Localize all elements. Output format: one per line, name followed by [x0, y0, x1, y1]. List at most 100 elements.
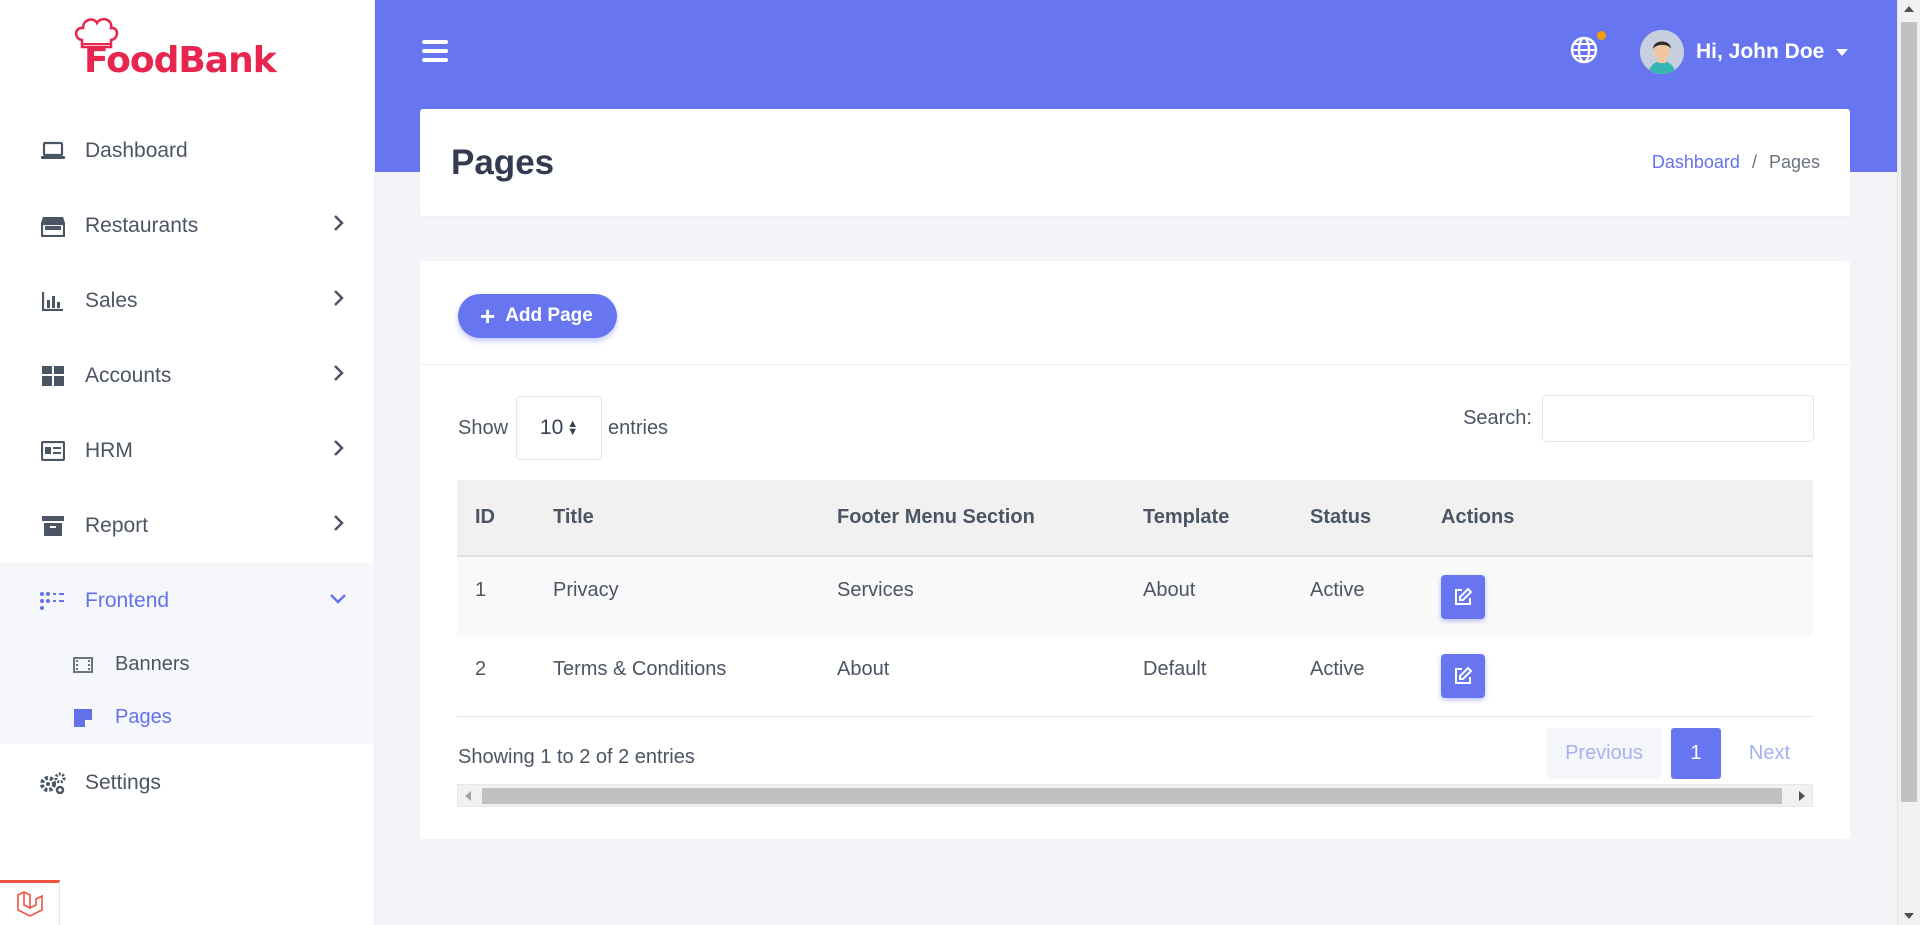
cell-id: 2	[457, 636, 535, 717]
logo-text: FoodBank	[84, 40, 277, 81]
table-row: 2 Terms & Conditions About Default Activ…	[457, 636, 1813, 717]
cell-actions	[1423, 636, 1813, 717]
page-length-value: 10	[539, 416, 564, 439]
sidebar-item-dashboard[interactable]: Dashboard	[0, 113, 374, 188]
user-menu[interactable]: Hi, John Doe	[1640, 29, 1849, 75]
sidebar-item-report[interactable]: Report	[0, 488, 374, 563]
menu-toggle-icon[interactable]	[422, 40, 448, 64]
sort-updown-icon: ▲ ▼	[567, 418, 579, 438]
sidebar-item-sales[interactable]: Sales	[0, 263, 374, 338]
frontend-group: Frontend Banners Pages	[0, 563, 374, 744]
sidebar-item-label: Accounts	[85, 363, 172, 387]
scroll-right-icon[interactable]	[1799, 791, 1805, 801]
add-page-label: Add Page	[505, 305, 593, 326]
vertical-scrollbar[interactable]	[1897, 0, 1920, 925]
avatar	[1640, 30, 1684, 74]
chevron-right-icon	[332, 214, 344, 237]
notification-dot	[1597, 31, 1606, 40]
horizontal-scrollbar[interactable]	[457, 784, 1813, 807]
edit-button[interactable]	[1441, 654, 1485, 698]
scroll-down-icon[interactable]	[1904, 913, 1914, 919]
page-title: Pages	[451, 143, 555, 182]
scrollbar-thumb[interactable]	[1901, 22, 1917, 802]
film-icon	[72, 654, 94, 676]
sidebar-item-label: Settings	[85, 771, 161, 794]
sidebar-subitem-label: Banners	[115, 653, 190, 675]
cell-template: Default	[1125, 636, 1292, 717]
column-header-id[interactable]: ID	[457, 480, 535, 557]
edit-icon	[1455, 587, 1473, 605]
table-row: 1 Privacy Services About Active	[457, 556, 1813, 636]
sidebar-subitem-pages[interactable]: Pages	[0, 691, 374, 744]
chevron-right-icon	[332, 364, 344, 387]
sidebar-item-frontend[interactable]: Frontend	[0, 563, 374, 638]
sidebar-item-label: Frontend	[85, 588, 170, 612]
column-header-title[interactable]: Title	[535, 480, 819, 557]
page-length-select[interactable]: 10 ▲ ▼	[516, 396, 603, 460]
plus-icon: +	[480, 301, 496, 331]
chevron-down-icon	[329, 591, 347, 609]
chevron-right-icon	[332, 289, 344, 312]
scroll-left-icon[interactable]	[465, 791, 471, 801]
table-info: Showing 1 to 2 of 2 entries	[458, 746, 695, 768]
column-header-footer-menu-section[interactable]: Footer Menu Section	[819, 480, 1125, 557]
page-1-button[interactable]: 1	[1670, 728, 1721, 779]
bar-chart-icon	[40, 288, 66, 314]
show-label: Show	[458, 416, 509, 439]
caret-down-icon	[1836, 48, 1849, 56]
sidebar-item-hrm[interactable]: HRM	[0, 413, 374, 488]
cell-status: Active	[1292, 636, 1423, 717]
breadcrumb-dashboard-link[interactable]: Dashboard	[1652, 152, 1740, 173]
sidebar-item-restaurants[interactable]: Restaurants	[0, 188, 374, 263]
cell-footer-menu-section: About	[819, 636, 1125, 717]
breadcrumb: Dashboard / Pages	[1652, 152, 1820, 173]
edit-icon	[1455, 666, 1473, 684]
user-greeting: Hi, John Doe	[1696, 40, 1825, 63]
sidebar-item-settings[interactable]: Settings	[0, 744, 374, 822]
entries-label: entries	[608, 416, 669, 439]
sidebar-item-label: Dashboard	[85, 138, 188, 162]
sidebar-item-label: HRM	[85, 438, 133, 462]
scroll-up-icon[interactable]	[1904, 6, 1914, 12]
edit-button[interactable]	[1441, 575, 1485, 619]
gears-icon	[40, 770, 66, 796]
sidebar-nav: Dashboard Restaurants Sales Accounts HRM…	[0, 113, 374, 822]
sidebar-subitem-banners[interactable]: Banners	[0, 638, 374, 691]
previous-page-button[interactable]: Previous	[1547, 728, 1661, 779]
id-card-icon	[40, 438, 66, 464]
store-icon	[40, 213, 66, 239]
laravel-debugbar-icon[interactable]	[0, 880, 60, 925]
column-header-template[interactable]: Template	[1125, 480, 1292, 557]
cell-status: Active	[1292, 556, 1423, 636]
sidebar: FoodBank Dashboard Restaurants Sales Acc…	[0, 0, 375, 925]
chevron-right-icon	[332, 439, 344, 462]
column-header-status[interactable]: Status	[1292, 480, 1423, 557]
next-page-button[interactable]: Next	[1730, 728, 1808, 779]
sticky-note-icon	[72, 707, 94, 729]
pages-card: + Add Page Show 10 ▲ ▼ entries Search: ID…	[420, 261, 1850, 839]
search-input[interactable]	[1542, 395, 1814, 442]
breadcrumb-current: Pages	[1768, 152, 1820, 172]
laptop-icon	[40, 138, 66, 164]
scrollbar-thumb[interactable]	[482, 788, 1782, 804]
page-header-card: Pages Dashboard / Pages	[420, 109, 1850, 216]
pages-table: ID Title Footer Menu Section Template St…	[457, 480, 1813, 717]
cell-title: Privacy	[535, 556, 819, 636]
dots-grid-icon	[40, 588, 66, 614]
sidebar-item-accounts[interactable]: Accounts	[0, 338, 374, 413]
foodbank-logo[interactable]: FoodBank	[72, 14, 292, 84]
table-header-row: ID Title Footer Menu Section Template St…	[457, 480, 1813, 557]
table-search: Search:	[1463, 395, 1814, 442]
pagination: Previous 1 Next	[1537, 728, 1808, 779]
card-header: + Add Page	[420, 261, 1850, 365]
cell-footer-menu-section: Services	[819, 556, 1125, 636]
archive-icon	[40, 513, 66, 539]
globe-icon[interactable]	[1569, 35, 1599, 65]
sidebar-item-label: Sales	[85, 288, 138, 312]
grid-icon	[40, 363, 66, 389]
breadcrumb-separator: /	[1751, 152, 1757, 172]
sidebar-item-label: Report	[85, 513, 149, 537]
add-page-button[interactable]: + Add Page	[458, 294, 617, 338]
search-label: Search:	[1463, 407, 1532, 429]
cell-template: About	[1125, 556, 1292, 636]
